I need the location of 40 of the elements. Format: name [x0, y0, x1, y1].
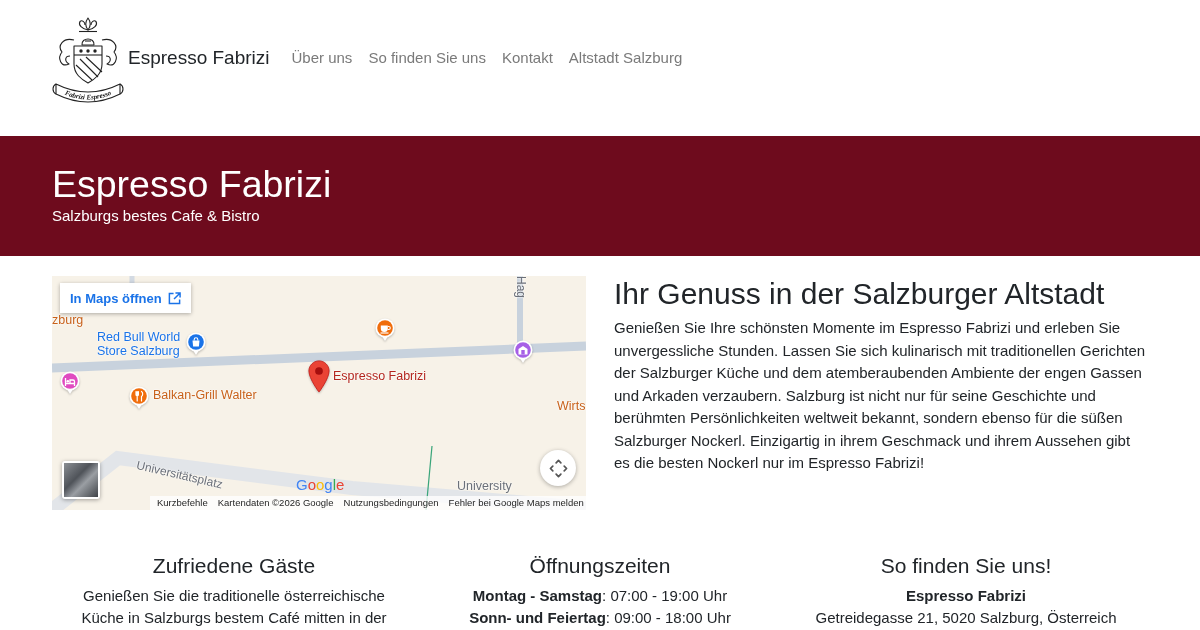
hours-line: Sonn- und Feiertag: 09:00 - 18:00 Uhr [468, 608, 732, 628]
hours-line: Montag - Samstag: 07:00 - 19:00 Uhr [471, 586, 729, 606]
bed-icon [60, 371, 80, 395]
coffee-cup-icon [375, 318, 395, 342]
intro-paragraph: Genießen Sie Ihre schönsten Momente im Espresso Fabrizi und erleben Sie unvergessliche Stunden. Lassen Sie sich kulinarisch mit traditionellen Gerichten der Salzburger Küche und dem atemberaubenden Ambiente der engen Gassen und Arkaden verzaubern. Salzburg ist nicht nur für seine Geschichte und berühmten Persönlichkeiten weltweit bekannt, sondern ebenso für die süßen Salzburger Nockerl. Einzigartig in ihrem Geschmack und ihrem Aussehen gibt es die besten Nockerl nur im Espresso Fabrizi! [614, 318, 1147, 473]
move-arrows-icon [548, 458, 568, 478]
nav-link[interactable]: Kontakt [493, 46, 561, 70]
place-label: zburg [52, 314, 84, 328]
cafe-name: Espresso Fabrizi [904, 586, 1027, 606]
guests-paragraph: Genießen Sie die traditionelle österreichische Küche in Salzburgs bestem Café mitten in der [80, 586, 388, 628]
nav-link[interactable]: So finden Sie uns [360, 46, 494, 70]
place-label: Espresso Fabrizi [333, 370, 427, 384]
report-error-link[interactable]: Fehler bei Google Maps melden [448, 497, 584, 509]
nav-link[interactable]: Über uns [283, 46, 361, 70]
column-heading: Öffnungszeiten [528, 553, 672, 579]
place-label: Red Bull World Store Salzburg [97, 331, 182, 358]
intro-heading: Ihr Genuss in der Salzburger Altstadt [614, 276, 1106, 312]
external-link-icon [167, 291, 181, 305]
photo-placeholder [64, 463, 98, 497]
column-heading: Zufriedene Gäste [151, 553, 317, 579]
place-label: Wirts [557, 400, 586, 414]
map-pin-icon [308, 360, 330, 393]
street-label: Hag [514, 276, 527, 298]
fork-knife-icon [129, 386, 149, 410]
google-logo: Google [296, 476, 345, 494]
house-icon [513, 340, 533, 364]
nav-link[interactable]: Altstadt Salzburg [560, 46, 691, 70]
shortcuts-link[interactable]: Kurzbefehle [157, 497, 208, 509]
place-label: University [457, 480, 512, 494]
open-in-maps-link[interactable]: In Maps öffnen [60, 283, 191, 313]
address-text: Getreidegasse 21, 5020 Salzburg, Österreich [814, 608, 1118, 628]
brand-link[interactable]: Espresso Fabrizi [128, 46, 270, 70]
map-data-credit: Kartendaten ©2026 Google [217, 497, 334, 509]
column-heading: So finden Sie uns! [879, 553, 1053, 579]
terms-link[interactable]: Nutzungsbedingungen [343, 497, 439, 509]
map-layer-button[interactable] [62, 461, 100, 499]
hero-subtitle: Salzburgs bestes Cafe & Bistro [52, 207, 261, 225]
shopping-bag-icon [186, 332, 206, 356]
hero-title: Espresso Fabrizi [52, 162, 333, 207]
place-label: Balkan-Grill Walter [153, 389, 257, 403]
